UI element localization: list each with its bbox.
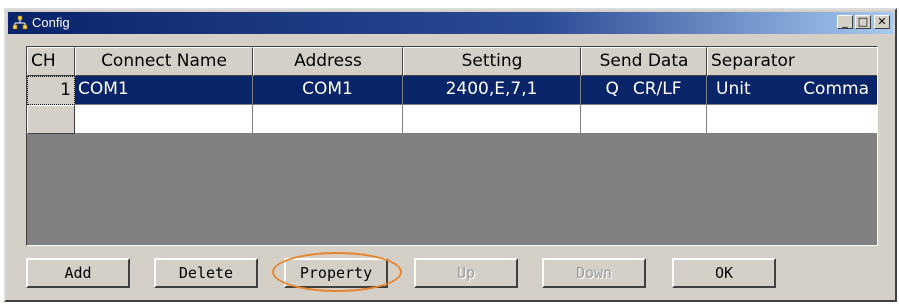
column-header-setting[interactable]: Setting: [403, 47, 581, 76]
separator-cell[interactable]: Unit Comma: [707, 76, 877, 105]
column-header-address[interactable]: Address: [253, 47, 403, 76]
down-button[interactable]: Down: [542, 258, 646, 288]
separator-unit: Unit: [716, 79, 751, 99]
send-data-cell[interactable]: Q CR/LF: [581, 76, 707, 105]
connect-name-cell[interactable]: [75, 105, 253, 134]
table-row[interactable]: [27, 105, 877, 134]
maximize-button[interactable]: □: [855, 15, 871, 29]
setting-cell[interactable]: [403, 105, 581, 134]
column-header-connect-name[interactable]: Connect Name: [75, 47, 253, 76]
up-button[interactable]: Up: [414, 258, 518, 288]
row-header[interactable]: 1: [27, 76, 75, 105]
close-button[interactable]: ✕: [874, 15, 890, 29]
ok-button[interactable]: OK: [672, 258, 776, 288]
column-header-separator[interactable]: Separator: [707, 47, 877, 76]
title-bar[interactable]: Config _ □ ✕: [8, 12, 893, 34]
add-button[interactable]: Add: [26, 258, 130, 288]
column-header-ch[interactable]: CH: [27, 47, 75, 76]
address-cell[interactable]: [253, 105, 403, 134]
connect-name-cell[interactable]: COM1: [75, 76, 253, 105]
property-button[interactable]: Property: [284, 258, 388, 288]
config-grid[interactable]: CH Connect Name Address Setting Send Dat…: [26, 46, 878, 246]
address-cell[interactable]: COM1: [253, 76, 403, 105]
network-icon: [12, 15, 28, 31]
column-header-send-data[interactable]: Send Data: [581, 47, 707, 76]
window-title: Config: [32, 15, 70, 30]
table-row[interactable]: 1 COM1 COM1 2400,E,7,1 Q CR/LF Unit Comm…: [27, 76, 877, 105]
grid-header-row: CH Connect Name Address Setting Send Dat…: [27, 47, 877, 76]
send-data-value: Q: [605, 79, 619, 99]
separator-value: Comma: [803, 79, 869, 99]
row-header[interactable]: [27, 105, 75, 134]
delete-button[interactable]: Delete: [154, 258, 258, 288]
separator-cell[interactable]: [707, 105, 877, 134]
send-data-cell[interactable]: [581, 105, 707, 134]
send-data-terminator: CR/LF: [632, 79, 682, 99]
minimize-button[interactable]: _: [837, 15, 853, 29]
setting-cell[interactable]: 2400,E,7,1: [403, 76, 581, 105]
config-window: Config _ □ ✕ CH Connect Name Address Set…: [4, 8, 897, 302]
